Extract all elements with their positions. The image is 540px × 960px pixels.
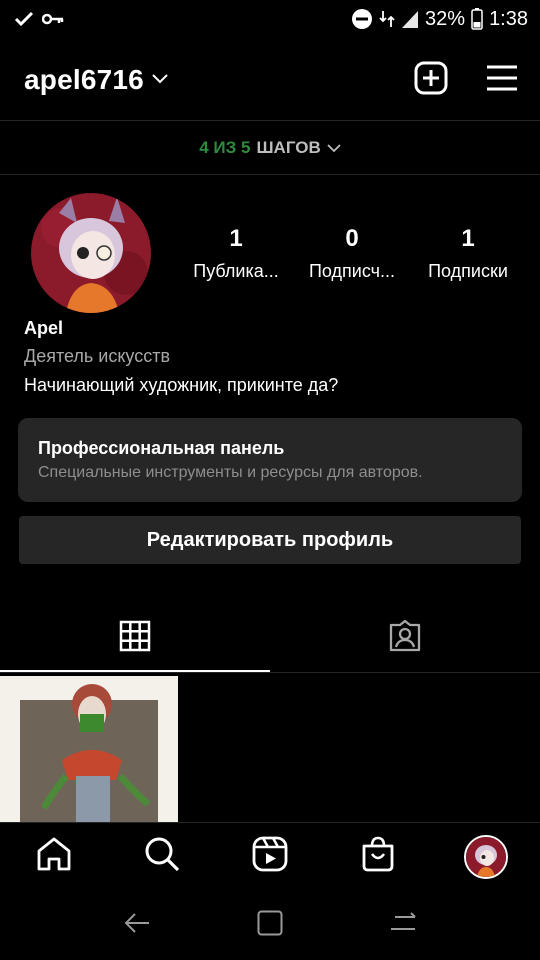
reels-icon — [252, 836, 288, 877]
professional-dashboard-title: Профессиональная панель — [38, 438, 285, 458]
nav-shop[interactable] — [348, 827, 408, 887]
stat-value: 1 — [229, 225, 243, 252]
search-icon — [144, 836, 180, 877]
profile-bio: Начинающий художник, прикинте да? — [24, 375, 339, 395]
profile-stats: 1 Публика... 0 Подписч... 1 Подписки — [178, 223, 528, 287]
stat-label: Подписки — [428, 261, 508, 281]
stat-following[interactable]: 1 Подписки — [410, 223, 526, 287]
grid-icon — [119, 620, 151, 657]
signal-icon — [401, 9, 419, 29]
stat-value: 1 — [461, 225, 475, 252]
profile-category: Деятель искусств — [24, 346, 171, 366]
stat-label: Публика... — [193, 261, 279, 281]
do-not-disturb-icon — [351, 8, 373, 30]
chevron-down-icon — [327, 138, 341, 158]
recents-icon[interactable] — [389, 911, 417, 940]
username: apel6716 — [24, 64, 144, 95]
post-thumbnail[interactable] — [0, 676, 178, 822]
tab-posts-grid[interactable] — [0, 604, 270, 672]
battery-percent: 32% — [425, 7, 466, 30]
steps-label: ШАГОВ — [256, 138, 321, 157]
tab-tagged[interactable] — [270, 604, 540, 672]
nav-reels[interactable] — [240, 827, 300, 887]
professional-dashboard-subtitle: Специальные инструменты и ресурсы для ав… — [38, 464, 423, 481]
steps-progress: 4 ИЗ 5 — [199, 138, 251, 157]
account-switcher[interactable]: apel6716 — [24, 64, 168, 96]
profile-name: Apel — [24, 318, 64, 338]
status-bar: 32% 1:38 — [0, 0, 540, 38]
create-post-icon[interactable] — [414, 61, 448, 100]
professional-dashboard[interactable]: Профессиональная панель Специальные инст… — [18, 418, 522, 502]
tagged-icon — [388, 619, 422, 657]
check-icon — [14, 10, 34, 28]
nav-profile[interactable] — [456, 827, 516, 887]
edit-profile-button[interactable]: Редактировать профиль — [19, 516, 521, 564]
nav-home[interactable] — [24, 827, 84, 887]
profile-header: apel6716 — [0, 52, 540, 108]
home-icon — [36, 837, 72, 876]
network-icon — [379, 9, 395, 29]
home-button-icon[interactable] — [257, 910, 283, 941]
profile-tabs — [0, 604, 540, 672]
divider — [0, 672, 540, 673]
profile-steps-banner[interactable]: 4 ИЗ 5 ШАГОВ — [0, 122, 540, 174]
stat-value: 0 — [345, 225, 359, 252]
stat-label: Подписч... — [308, 261, 396, 281]
stat-followers[interactable]: 0 Подписч... — [294, 223, 410, 287]
nav-search[interactable] — [132, 827, 192, 887]
divider — [0, 174, 540, 175]
clock: 1:38 — [489, 7, 528, 30]
back-icon[interactable] — [123, 911, 151, 940]
battery-icon — [471, 8, 483, 30]
chevron-down-icon — [152, 71, 168, 89]
divider — [0, 120, 540, 121]
stat-posts[interactable]: 1 Публика... — [178, 223, 294, 287]
profile-avatar — [464, 834, 508, 879]
bottom-navigation — [0, 822, 540, 890]
key-icon — [42, 12, 64, 26]
system-navigation — [0, 890, 540, 960]
menu-icon[interactable] — [486, 64, 518, 97]
profile-avatar[interactable] — [31, 193, 151, 313]
shop-icon — [361, 836, 395, 877]
